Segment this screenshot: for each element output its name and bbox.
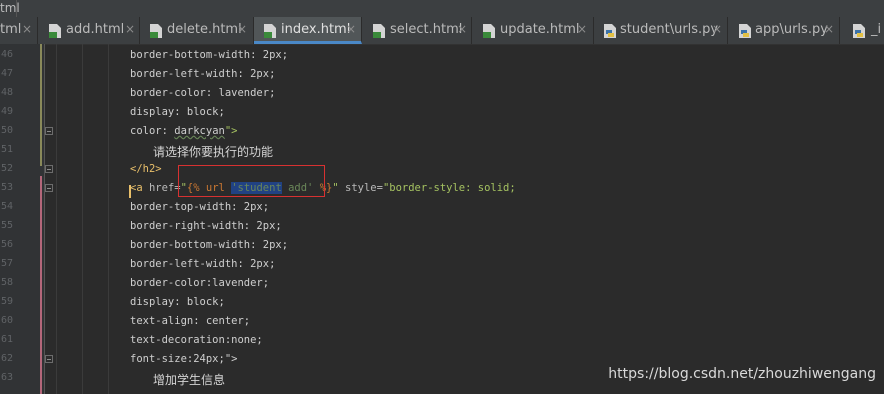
- code-token: href=: [142, 182, 181, 194]
- code-token: color:: [130, 125, 175, 137]
- code-token: <a: [130, 182, 143, 194]
- annotation-highlight-box: [178, 165, 325, 197]
- code-token: "border-style: solid;: [382, 182, 516, 194]
- code-line: border-left-width: 2px;: [130, 68, 276, 80]
- code-line: border-color:lavender;: [130, 277, 270, 289]
- code-line: border-top-width: 2px;: [130, 201, 270, 213]
- code-line: border-color: lavender;: [130, 87, 276, 99]
- code-token: darkcyan: [174, 125, 225, 137]
- code-line: border-left-width: 2px;: [130, 258, 276, 270]
- code-line: </h2>: [130, 163, 162, 175]
- code-line: text-decoration:none;: [130, 334, 263, 346]
- code-line: 请选择你要执行的功能: [153, 145, 274, 159]
- code-line: text-align: center;: [130, 315, 251, 327]
- watermark-text: https://blog.csdn.net/zhouzhiwengang: [608, 366, 876, 382]
- code-line: border-bottom-width: 2px;: [130, 49, 289, 61]
- code-line: font-size:24px;">: [130, 353, 238, 365]
- code-line: border-bottom-width: 2px;: [130, 239, 289, 251]
- code-editor[interactable]: border-bottom-width: 2px; border-left-wi…: [0, 0, 884, 394]
- code-line: display: block;: [130, 296, 225, 308]
- code-token: ">: [224, 125, 238, 137]
- code-token: style=: [338, 182, 383, 194]
- code-line: 增加学生信息: [153, 373, 226, 387]
- code-line: display: block;: [130, 106, 225, 118]
- text-cursor: [129, 185, 131, 198]
- code-line: border-right-width: 2px;: [130, 220, 282, 232]
- code-line: color: darkcyan">: [130, 125, 238, 137]
